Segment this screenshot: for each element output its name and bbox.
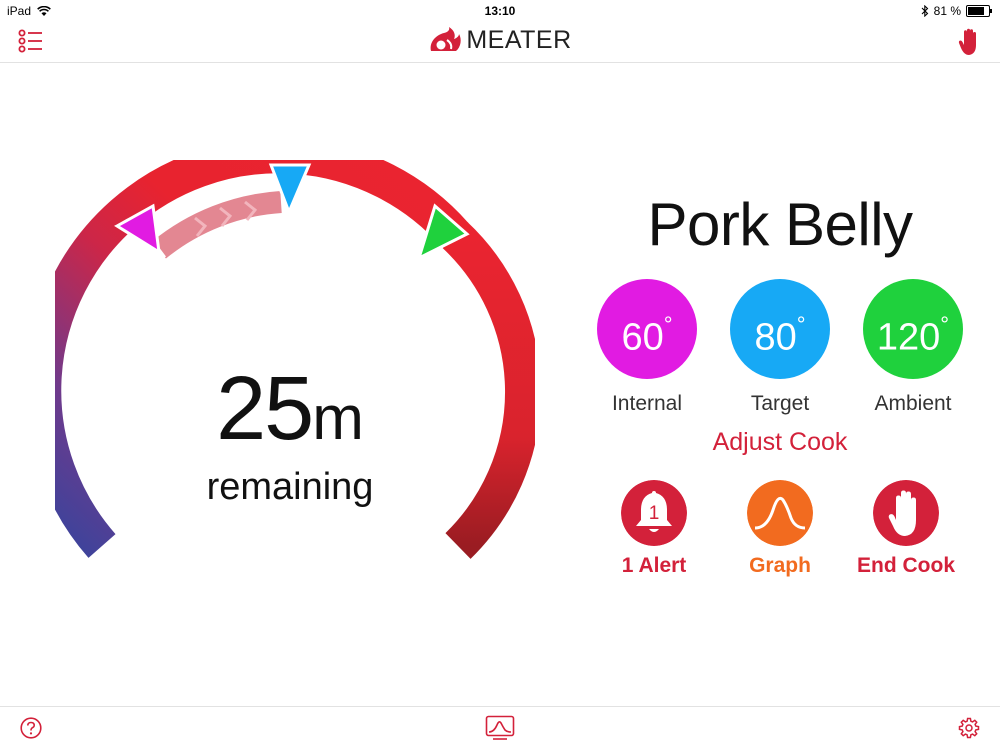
battery-icon [966, 5, 992, 17]
graph-button-label[interactable]: Graph [710, 554, 850, 578]
alert-badge-count: 1 [649, 503, 660, 524]
target-degree: ° [796, 312, 806, 337]
time-unit: m [312, 384, 364, 453]
status-right: 81 % [921, 4, 992, 18]
target-temp-circle: 80° [730, 279, 830, 379]
internal-temp-value: 60 [621, 316, 664, 359]
target-label: Target [750, 392, 810, 415]
time-number: 25 [216, 359, 314, 459]
brand-name: MEATER [466, 26, 572, 54]
ambient-temp-circle: 120° [863, 279, 963, 379]
internal-label: Internal [611, 392, 683, 415]
help-icon[interactable] [20, 717, 42, 739]
status-bar: iPad 13:10 81 % [0, 0, 1000, 22]
ambient-temp-value: 120 [876, 316, 941, 359]
ambient-label: Ambient [874, 392, 952, 415]
remaining-label: remaining [206, 466, 374, 508]
hand-icon[interactable] [958, 28, 982, 56]
status-time: 13:10 [484, 4, 516, 18]
target-temp-value: 80 [754, 316, 797, 359]
gauge-arc-right [442, 221, 535, 559]
hand-icon[interactable] [873, 480, 939, 546]
brand-logo: MEATER [0, 26, 1000, 60]
ambient-degree: ° [940, 312, 950, 337]
end-cook-button-label[interactable]: End Cook [836, 554, 976, 578]
graph-icon[interactable] [747, 480, 813, 546]
time-remaining-value: 25m [160, 358, 420, 461]
alert-button-label[interactable]: 1 Alert [584, 554, 724, 578]
battery-fill [968, 7, 985, 15]
internal-degree: ° [663, 312, 673, 337]
flame-logo-icon [430, 26, 462, 51]
bottom-bar [0, 706, 1000, 751]
graph-icon[interactable] [485, 715, 515, 741]
gear-icon[interactable] [958, 717, 980, 739]
internal-temp-circle: 60° [597, 279, 697, 379]
cook-name: Pork Belly [647, 191, 913, 258]
nav-bar: MEATER [0, 22, 1000, 63]
battery-percent: 81 % [933, 4, 961, 18]
bell-icon[interactable]: 1 [621, 480, 687, 546]
bluetooth-icon [921, 5, 928, 17]
adjust-cook-button[interactable]: Adjust Cook [580, 428, 980, 457]
